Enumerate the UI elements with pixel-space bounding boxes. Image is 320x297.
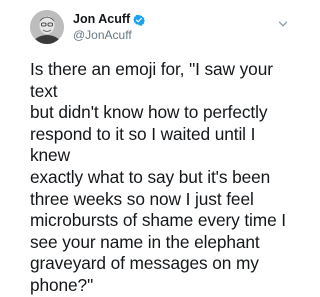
display-name[interactable]: Jon Acuff: [73, 11, 130, 27]
chevron-down-icon[interactable]: [278, 16, 288, 27]
display-name-row: Jon Acuff: [73, 11, 146, 27]
tweet-header: Jon Acuff @JonAcuff: [30, 7, 146, 47]
tweet-card: Jon Acuff @JonAcuff Is there an emoji fo…: [0, 0, 300, 295]
tweet-text: Is there an emoji for, "I saw your text …: [30, 59, 286, 295]
author-names: Jon Acuff @JonAcuff: [73, 11, 146, 43]
profile-photo-icon: [30, 10, 64, 44]
user-handle[interactable]: @JonAcuff: [73, 28, 145, 43]
verified-badge-icon: [133, 13, 146, 26]
avatar[interactable]: [30, 10, 64, 44]
